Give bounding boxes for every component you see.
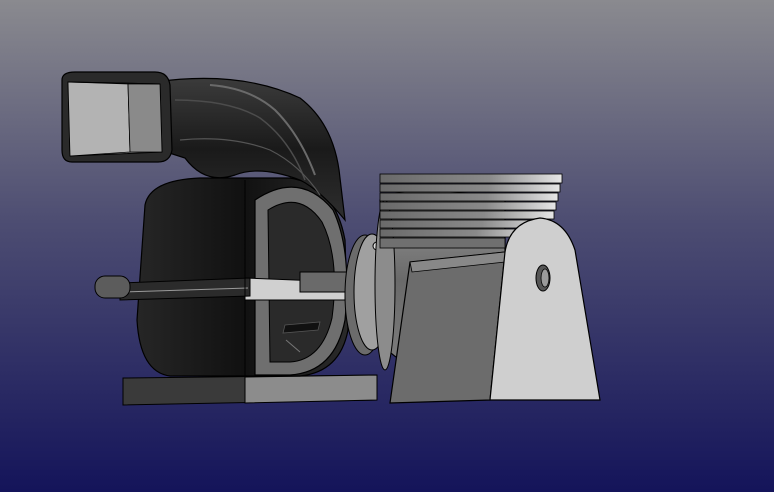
cad-scene: [0, 0, 774, 492]
cad-viewport[interactable]: [0, 0, 774, 492]
blower-base-plate: [122, 374, 378, 406]
